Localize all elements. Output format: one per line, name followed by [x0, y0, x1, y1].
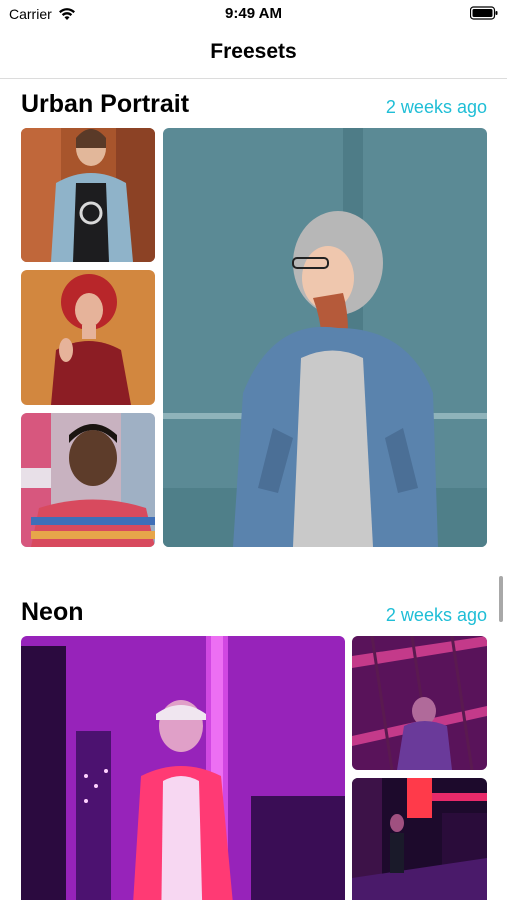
section-urban-portrait[interactable]: Urban Portrait 2 weeks ago: [0, 80, 507, 560]
section-title: Neon: [21, 598, 84, 626]
section-timestamp: 2 weeks ago: [385, 605, 487, 625]
section-neon[interactable]: Neon 2 weeks ago: [0, 588, 507, 900]
neon-man-stairs-photo[interactable]: [352, 636, 487, 770]
page-title: Freesets: [210, 40, 297, 63]
red-hair-woman-photo[interactable]: [21, 270, 155, 405]
status-time: 9:49 AM: [225, 5, 282, 22]
scroll-indicator[interactable]: [499, 576, 503, 622]
man-striped-shirt-photo[interactable]: [21, 413, 155, 547]
section-timestamp: 2 weeks ago: [385, 97, 487, 117]
status-bar: Carrier 9:49 AM: [0, 0, 507, 28]
neon-alley-photo[interactable]: [352, 778, 487, 900]
woman-denim-jacket-photo[interactable]: [21, 128, 155, 262]
neon-woman-seated-photo[interactable]: [21, 636, 345, 900]
battery-icon: [470, 6, 498, 20]
woman-gray-hoodie-photo[interactable]: [163, 128, 487, 547]
section-title: Urban Portrait: [21, 90, 190, 118]
navigation-bar: Freesets: [0, 28, 507, 79]
